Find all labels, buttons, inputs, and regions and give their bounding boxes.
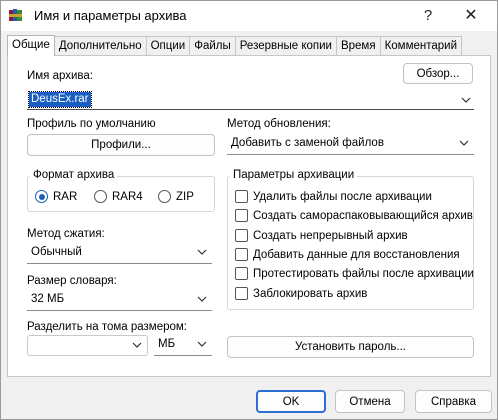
browse-button[interactable]: Обзор... [403,63,473,84]
radio-icon [158,190,171,203]
chevron-down-icon [459,140,469,146]
checkbox-icon [235,229,248,242]
create-sfx-label: Создать самораспаковывающийся архив [253,209,473,222]
dictionary-value: 32 МБ [31,293,65,305]
split-size-combo[interactable] [27,335,148,356]
cancel-button[interactable]: Отмена [335,390,405,413]
split-volumes-label: Разделить на тома размером: [27,321,187,333]
title-bar: Имя и параметры архива ? ✕ [1,1,497,31]
close-button[interactable]: ✕ [450,1,492,29]
chevron-down-icon [197,296,207,302]
delete-after-checkbox[interactable]: Удалить файлы после архивации [235,190,432,203]
split-unit-select[interactable]: МБ [154,335,212,356]
archive-dialog: Имя и параметры архива ? ✕ Общие Дополни… [0,0,498,420]
tab-backup[interactable]: Резервные копии [234,36,337,55]
tab-time[interactable]: Время [335,36,381,55]
profiles-button[interactable]: Профили... [27,134,215,156]
dictionary-select[interactable]: 32 МБ [27,290,212,311]
format-rar4-label: RAR4 [112,190,143,203]
recovery-record-label: Добавить данные для восстановления [253,248,460,261]
test-files-checkbox[interactable]: Протестировать файлы после архивации [235,267,474,280]
format-rar-label: RAR [53,190,78,203]
update-method-value: Добавить с заменой файлов [231,137,384,149]
dictionary-label: Размер словаря: [27,275,117,287]
window-title: Имя и параметры архива [34,8,187,23]
checkbox-icon [235,248,248,261]
tab-strip: Общие Дополнительно Опции Файлы Резервны… [7,35,463,56]
chevron-down-icon[interactable] [132,340,142,350]
ok-button[interactable]: OK [256,390,326,413]
help-button[interactable]: Справка [415,390,492,413]
checkbox-icon [235,190,248,203]
winrar-app-icon [9,9,22,21]
checkbox-icon [235,267,248,280]
default-profile-label: Профиль по умолчанию [27,118,156,130]
chevron-down-icon[interactable] [461,95,471,105]
archive-name-combo[interactable]: DeusEx.rar [27,90,474,110]
tab-options[interactable]: Опции [145,36,191,55]
chevron-down-icon [197,341,207,347]
format-rar-radio[interactable]: RAR [35,190,77,203]
create-sfx-checkbox[interactable]: Создать самораспаковывающийся архив [235,209,473,222]
archive-format-title: Формат архива [30,169,118,181]
lock-archive-label: Заблокировать архив [253,287,368,300]
test-files-label: Протестировать файлы после архивации [253,267,474,280]
split-unit-value: МБ [158,338,176,350]
tab-general[interactable]: Общие [7,35,55,56]
close-icon: ✕ [464,7,478,24]
recovery-record-checkbox[interactable]: Добавить данные для восстановления [235,248,460,261]
format-zip-radio[interactable]: ZIP [158,190,194,203]
tab-advanced[interactable]: Дополнительно [53,36,147,55]
archive-name-value[interactable]: DeusEx.rar [28,91,92,108]
help-title-button[interactable]: ? [407,1,449,29]
format-rar4-radio[interactable]: RAR4 [94,190,143,203]
tab-comment[interactable]: Комментарий [379,36,463,55]
update-method-select[interactable]: Добавить с заменой файлов [227,134,474,155]
tab-files[interactable]: Файлы [189,36,236,55]
archive-name-label: Имя архива: [27,70,94,82]
archive-options-title: Параметры архивации [230,169,358,181]
question-icon: ? [423,6,433,24]
solid-archive-checkbox[interactable]: Создать непрерывный архив [235,229,408,242]
chevron-down-icon [197,249,207,255]
compression-value: Обычный [31,246,82,258]
checkbox-icon [235,209,248,222]
format-zip-label: ZIP [176,190,194,203]
set-password-button[interactable]: Установить пароль... [227,336,474,358]
radio-selected-icon [35,190,48,203]
compression-select[interactable]: Обычный [27,243,212,264]
radio-icon [94,190,107,203]
checkbox-icon [235,287,248,300]
solid-archive-label: Создать непрерывный архив [253,229,408,242]
update-method-label: Метод обновления: [227,118,331,130]
delete-after-label: Удалить файлы после архивации [253,190,432,203]
lock-archive-checkbox[interactable]: Заблокировать архив [235,287,367,300]
compression-label: Метод сжатия: [27,228,105,240]
